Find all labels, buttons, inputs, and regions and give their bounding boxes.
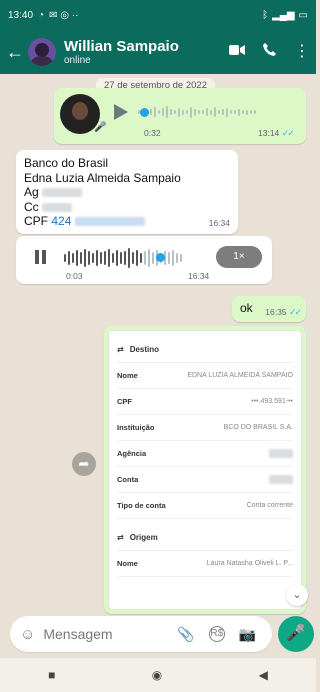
row-key: CPF (117, 397, 132, 406)
cpf-line: CPF 424 (24, 214, 230, 229)
row-value: EDNA LUZIA ALMEIDA SAMPAIO (187, 372, 293, 379)
cpf-label: CPF (24, 214, 48, 228)
blurred-value (42, 202, 73, 212)
receipt-row: Nome EDNA LUZIA ALMEIDA SAMPAIO (117, 363, 293, 389)
blurred-value (269, 449, 293, 458)
voice-waveform[interactable] (138, 102, 288, 122)
blurred-value (42, 188, 83, 198)
account-label: Cc (24, 199, 39, 214)
status-time: 13:40 (8, 9, 34, 21)
voice-record-button[interactable]: 🎤 (278, 616, 314, 652)
playback-speed-button[interactable]: 1× (216, 246, 262, 268)
text-message-incoming[interactable]: Banco do Brasil Edna Luzia Almeida Sampa… (16, 150, 238, 234)
message-composer[interactable]: ☺ 📎 R$ 📷 (10, 616, 272, 652)
message-meta: 16:35 ✓✓ (265, 307, 302, 318)
emoji-icon[interactable]: ☺ (20, 626, 35, 643)
pause-icon[interactable] (34, 250, 48, 264)
read-ticks-icon: ✓✓ (288, 307, 302, 317)
row-value: •••.493.591-•• (251, 398, 293, 405)
row-key: Nome (117, 559, 138, 568)
holder-line: Edna Luzia Almeida Sampaio (24, 170, 181, 185)
section-origem: ⇄ Origem (117, 525, 293, 551)
contact-info[interactable]: Willian Sampaio online (64, 38, 179, 66)
agency-line: Ag (24, 185, 230, 200)
more-options-icon[interactable]: ⋮ (294, 44, 310, 60)
bank-transfer-icon: ⇄ (117, 533, 124, 542)
blurred-value (74, 217, 145, 227)
chat-area[interactable]: 27 de setembro de 2022 🎤 0:32 13:14 ✓✓ B… (0, 74, 316, 614)
voice-waveform[interactable] (64, 247, 204, 269)
payment-icon[interactable]: R$ (208, 626, 225, 642)
contact-name[interactable]: Willian Sampaio (64, 38, 179, 55)
chat-header: ← Willian Sampaio online ⋮ (0, 30, 316, 74)
receipt-row: CPF •••.493.591-•• (117, 389, 293, 415)
message-input[interactable] (43, 626, 164, 642)
receipt-row: Conta (117, 467, 293, 493)
row-key: Tipo de conta (117, 501, 166, 510)
voice-message-outgoing[interactable]: 🎤 0:32 13:14 ✓✓ (54, 88, 306, 144)
message-time: 16:34 (208, 217, 230, 228)
signal-icon: ▂▄▆ (272, 9, 295, 21)
section-title: Origem (129, 533, 158, 542)
receipt-row: Agência (117, 441, 293, 467)
blurred-value (269, 475, 293, 484)
voice-duration: 0:32 (144, 128, 161, 138)
video-call-icon[interactable] (229, 43, 245, 61)
battery-icon: ▭ (298, 9, 308, 21)
text-message-outgoing[interactable]: ok 16:35 ✓✓ (232, 296, 306, 322)
receipt-image-message[interactable]: ⇄ Destino Nome EDNA LUZIA ALMEIDA SAMPAIO… (104, 326, 306, 614)
message-time: 16:34 (188, 271, 210, 281)
notification-icons: ✉ ◎ ·· (49, 9, 79, 21)
bank-line: Banco do Brasil (24, 156, 109, 170)
status-bar: 13:40 ◔ ✉ ◎ ·· ᛒ ▂▄▆ ▭ (0, 0, 316, 30)
bluetooth-icon: ᛒ (262, 9, 269, 21)
bank-transfer-icon: ⇄ (117, 345, 124, 354)
system-nav-bar: ■ ◉ ◀ (0, 658, 316, 692)
voice-progress-knob[interactable] (156, 253, 165, 262)
row-value: BCO DO BRASIL S.A. (223, 424, 293, 431)
row-key: Nome (117, 371, 138, 380)
agency-label: Ag (24, 185, 39, 199)
receipt-row: Tipo de conta Conta corrente (117, 493, 293, 519)
home-icon[interactable]: ◉ (152, 668, 162, 682)
read-ticks-icon: ✓✓ (281, 128, 295, 138)
avatar[interactable] (28, 38, 56, 66)
section-destino: ⇄ Destino (117, 337, 293, 363)
row-key: Agência (117, 449, 147, 458)
back-nav-icon[interactable]: ◀ (259, 668, 268, 682)
back-arrow-icon[interactable]: ← (6, 42, 26, 63)
row-key: Conta (117, 475, 139, 484)
phone-call-icon[interactable] (263, 43, 276, 61)
message-text: ok (240, 301, 253, 315)
camera-icon[interactable]: 📷 (239, 626, 256, 643)
mic-icon: 🎤 (94, 122, 107, 133)
contact-status: online (64, 55, 91, 66)
voice-meta: 13:14 ✓✓ (258, 128, 295, 139)
attach-icon[interactable]: 📎 (177, 626, 194, 643)
play-icon[interactable] (114, 104, 128, 120)
receipt-image[interactable]: ⇄ Destino Nome EDNA LUZIA ALMEIDA SAMPAIO… (108, 330, 302, 610)
voice-duration: 0:03 (66, 271, 83, 281)
message-time: 16:35 (265, 307, 287, 317)
account-line: Cc (24, 200, 230, 215)
cpf-link[interactable]: 424 (51, 214, 71, 228)
whatsapp-notification-icon: ◔ (38, 9, 45, 21)
receipt-row: Instituição BCO DO BRASIL S.A. (117, 415, 293, 441)
row-value: Conta corrente (246, 502, 293, 509)
scroll-down-icon[interactable]: ⌄ (286, 584, 308, 606)
recents-icon[interactable]: ■ (48, 668, 55, 682)
forward-icon[interactable]: ➦ (72, 452, 96, 476)
voice-message-incoming[interactable]: 0:03 16:34 1× (16, 236, 272, 284)
voice-progress-knob[interactable] (140, 108, 149, 117)
receipt-row: Nome Laura Natasha Oliveli L. P... (117, 551, 293, 577)
row-key: Instituição (117, 423, 155, 432)
section-title: Destino (129, 345, 160, 354)
message-time: 13:14 (258, 128, 280, 138)
row-value: Laura Natasha Oliveli L. P... (206, 560, 293, 567)
